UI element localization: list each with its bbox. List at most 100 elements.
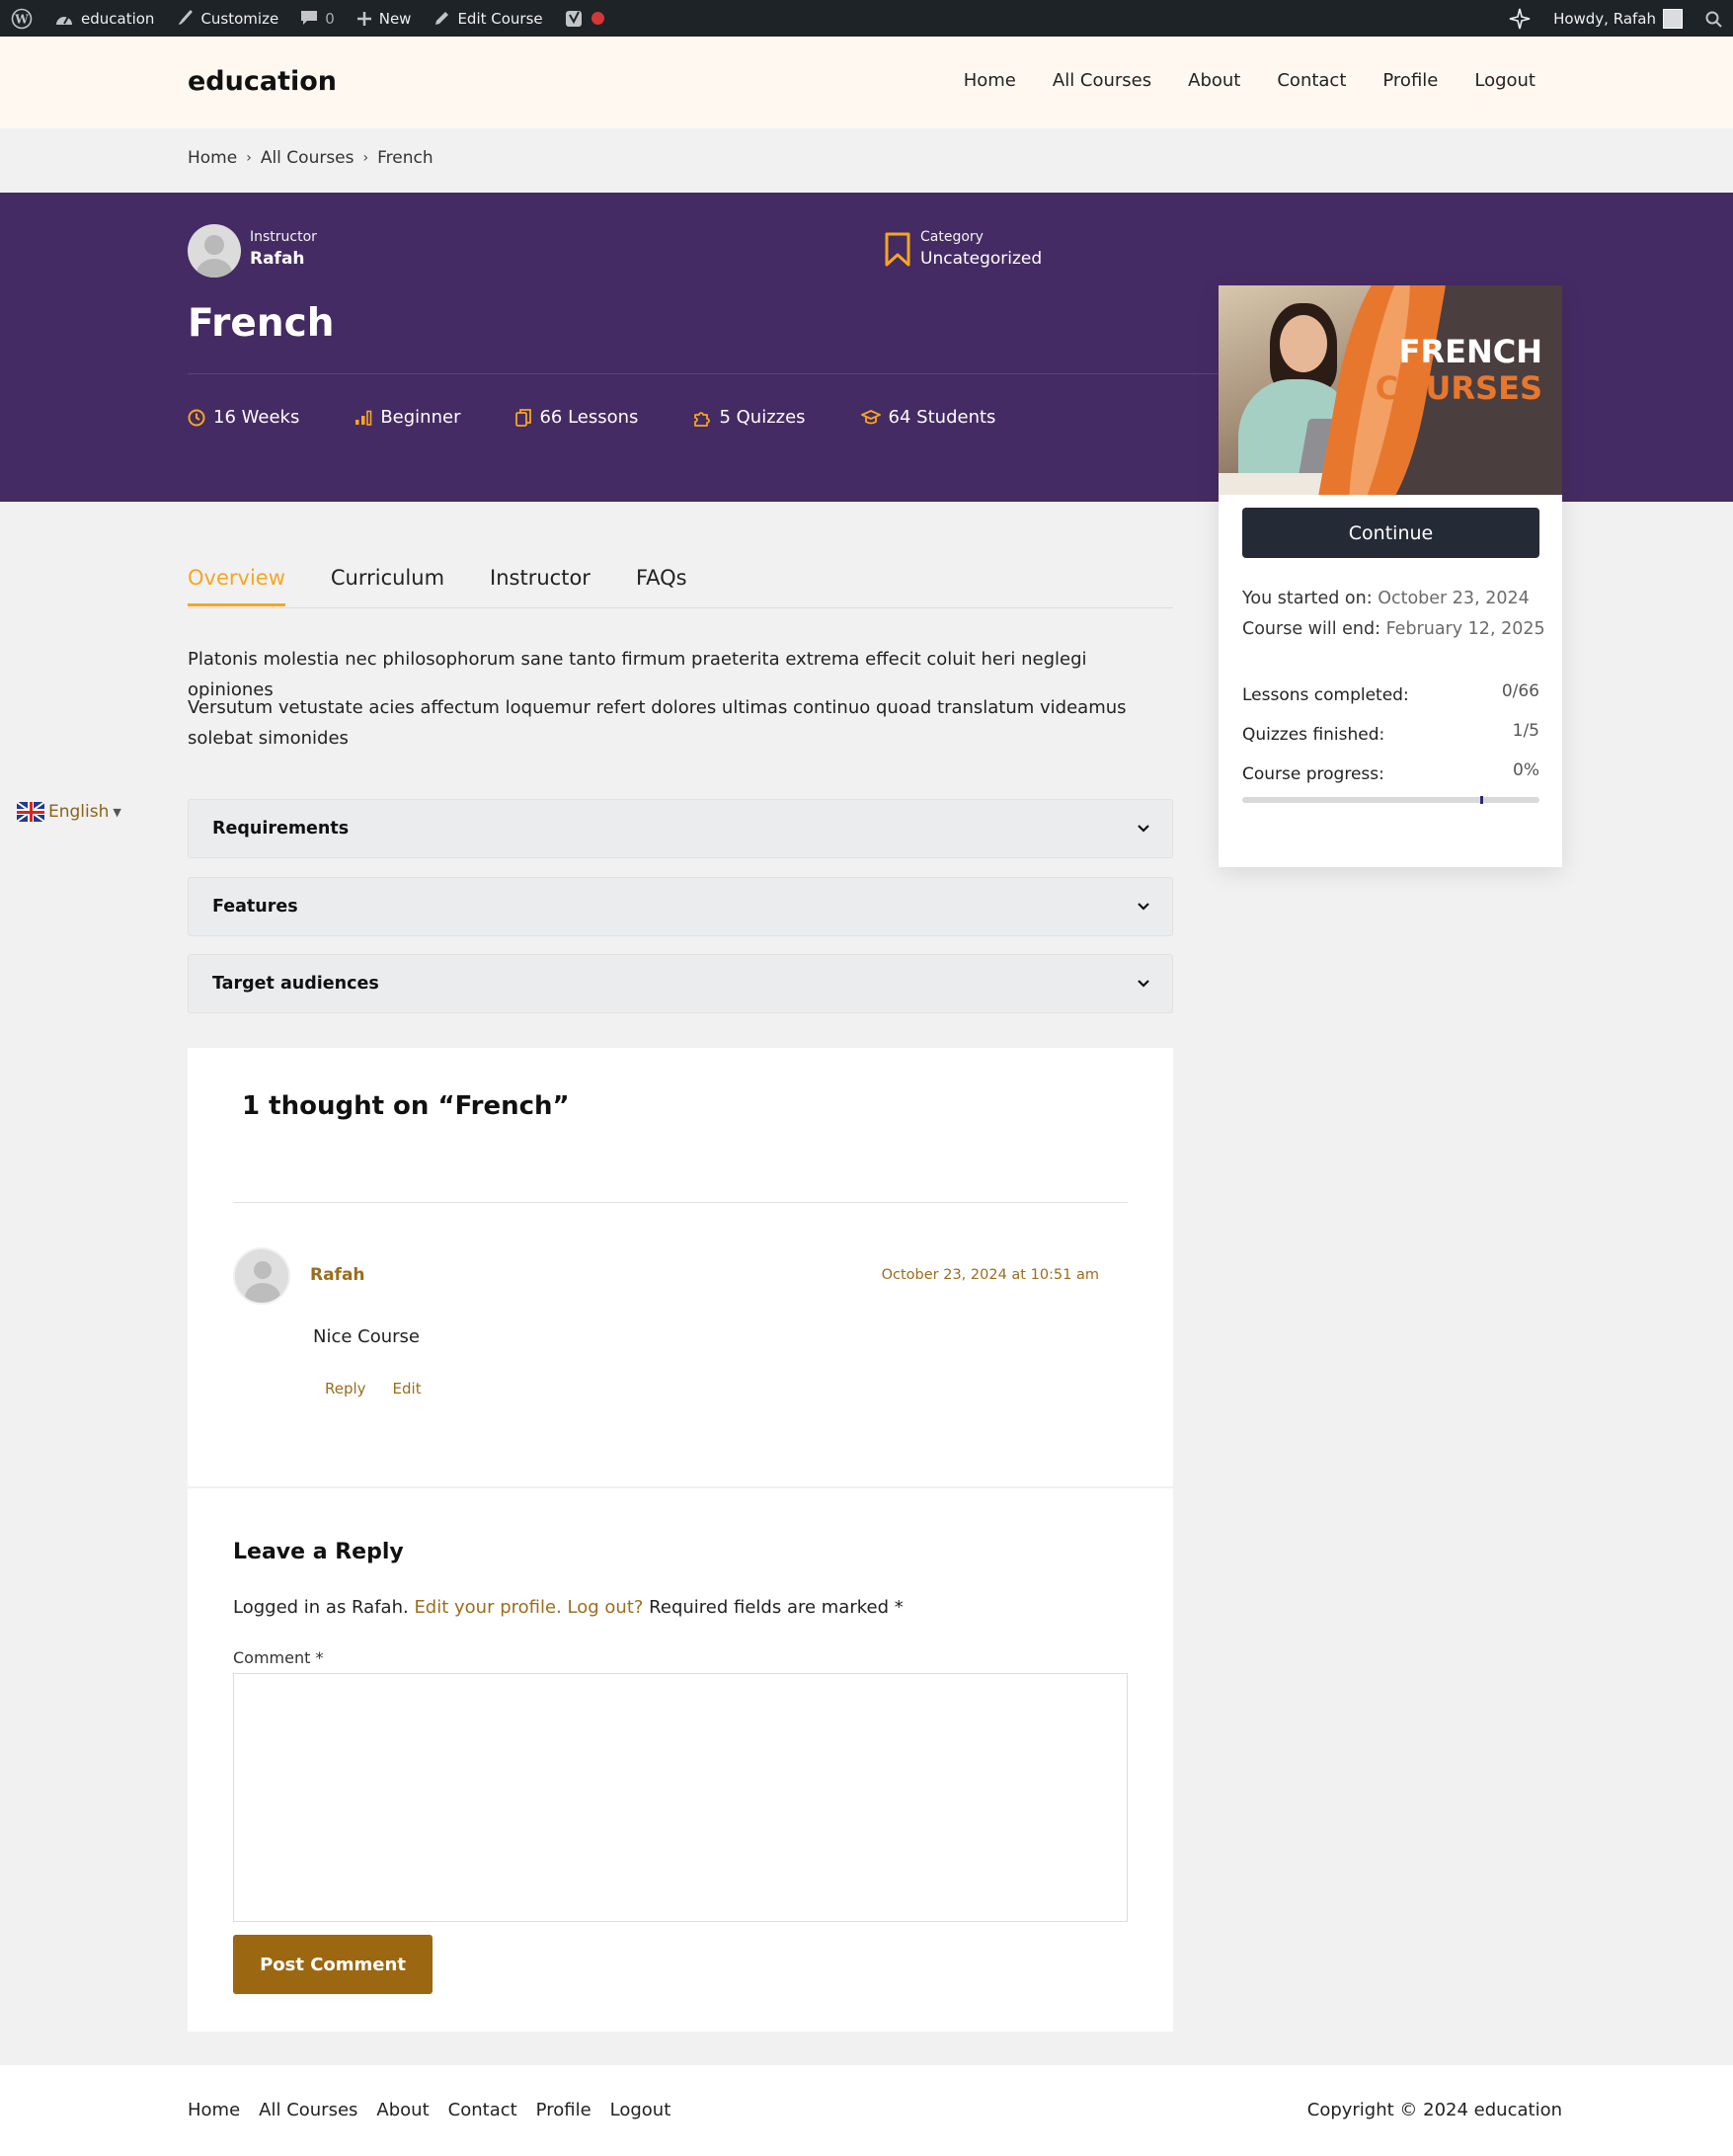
admin-avatar [1663,8,1683,29]
logged-in-as-text: Logged in as Rafah. [233,1597,409,1618]
comment-date[interactable]: October 23, 2024 at 10:51 am [882,1267,1099,1283]
stat-duration-value: 16 Weeks [213,407,300,428]
ai-sparkle-icon[interactable] [1497,0,1542,37]
nav-item-profile[interactable]: Profile [1382,70,1438,91]
nav-item-all-courses[interactable]: All Courses [1053,70,1151,91]
svg-text:W: W [14,12,29,26]
chevron-down-icon [1138,903,1149,911]
admin-customize-link[interactable]: Customize [165,0,289,37]
course-progress-value: 0% [1513,760,1539,780]
accordion-requirements[interactable]: Requirements [188,799,1173,858]
tab-curriculum[interactable]: Curriculum [331,566,444,606]
comments-divider [233,1202,1128,1203]
caret-down-icon: ▼ [113,805,121,819]
quizzes-finished-value: 1/5 [1512,721,1539,741]
main-nav: Home All Courses About Contact Profile L… [964,70,1536,91]
admin-site-name: education [81,9,155,28]
lessons-completed-label: Lessons completed: [1242,685,1409,705]
category-value[interactable]: Uncategorized [920,248,1042,270]
seo-status-dot-icon [591,12,604,25]
footer-nav-profile[interactable]: Profile [536,2100,591,2120]
breadcrumb: Home › All Courses › French [188,148,433,168]
reply-title: Leave a Reply [233,1540,404,1564]
level-bars-icon [355,410,372,426]
admin-site-link[interactable]: education [43,0,165,37]
nav-item-logout[interactable]: Logout [1474,70,1536,91]
brush-icon [179,10,193,25]
chevron-down-icon [1138,825,1149,833]
edit-profile-link[interactable]: Edit your profile. [414,1597,561,1618]
comment-author[interactable]: Rafah [310,1265,365,1285]
admin-edit-course-label: Edit Course [457,9,543,28]
comment-textarea[interactable] [233,1673,1128,1922]
admin-comments-count: 0 [325,9,335,28]
continue-button[interactable]: Continue [1242,508,1539,558]
clock-icon [188,409,205,426]
language-switcher[interactable]: English ▼ [17,802,121,822]
instructor-meta: Instructor Rafah [250,226,317,270]
overview-paragraph-2: Versutum vetustate acies affectum loquem… [188,697,1127,749]
log-out-link[interactable]: Log out? [568,1597,644,1618]
accordion-requirements-label: Requirements [212,819,350,838]
admin-customize-label: Customize [200,9,279,28]
nav-item-contact[interactable]: Contact [1277,70,1346,91]
stat-duration: 16 Weeks [188,407,299,428]
puzzle-icon [694,411,711,427]
comment-actions: Reply Edit [325,1380,422,1397]
pencil-icon [435,11,449,25]
comment-avatar [233,1247,290,1305]
stat-lessons: 66 Lessons [515,407,638,428]
nav-item-about[interactable]: About [1188,70,1240,91]
footer-nav-contact[interactable]: Contact [448,2100,517,2120]
plus-icon [356,11,371,26]
footer-nav-all-courses[interactable]: All Courses [259,2100,357,2120]
post-comment-button[interactable]: Post Comment [233,1935,433,1994]
quizzes-finished-label: Quizzes finished: [1242,725,1385,745]
accordion-features-label: Features [212,897,298,917]
comment-edit-link[interactable]: Edit [393,1380,422,1397]
thumbnail-text-french: FRENCH [1398,333,1542,370]
course-thumbnail: FRENCH COURSES [1219,285,1562,495]
stat-quizzes: 5 Quizzes [693,407,806,428]
stat-level: Beginner [354,407,460,428]
dashboard-icon [56,16,72,25]
seo-plugin-icon[interactable] [554,0,615,37]
bookmark-icon [885,232,910,267]
footer-nav-about[interactable]: About [376,2100,429,2120]
course-stats: 16 Weeks Beginner 66 Lessons 5 Quizzes 6… [188,407,995,428]
stat-level-value: Beginner [380,407,461,428]
accordion-target-audiences[interactable]: Target audiences [188,954,1173,1013]
tab-instructor[interactable]: Instructor [490,566,591,606]
comment-reply-link[interactable]: Reply [325,1380,366,1397]
instructor-name[interactable]: Rafah [250,248,317,270]
start-date-value: October 23, 2024 [1378,589,1530,608]
admin-bar: W education Customize 0 New Edit Course … [0,0,1733,37]
admin-account-menu[interactable]: Howdy, Rafah [1542,0,1694,37]
admin-new-link[interactable]: New [346,0,423,37]
breadcrumb-current: French [377,148,433,168]
comments-section-separator [188,1486,1173,1488]
category-meta: Category Uncategorized [920,226,1042,270]
wordpress-logo-icon[interactable]: W [0,0,43,37]
start-date-label: You started on: [1242,589,1373,608]
tab-faqs[interactable]: FAQs [636,566,687,606]
progress-marker [1480,796,1483,804]
admin-edit-course-link[interactable]: Edit Course [422,0,553,37]
admin-search-icon[interactable] [1694,0,1733,37]
chevron-right-icon: › [362,150,369,166]
footer-nav-home[interactable]: Home [188,2100,240,2120]
stat-quizzes-value: 5 Quizzes [719,407,806,428]
course-tabs: Overview Curriculum Instructor FAQs [188,566,687,606]
nav-item-home[interactable]: Home [964,70,1016,91]
lessons-completed-value: 0/66 [1501,681,1539,701]
comment-bubble-icon [301,11,318,25]
admin-comments-link[interactable]: 0 [289,0,346,37]
site-logo[interactable]: education [188,66,337,97]
uk-flag-icon [17,802,44,822]
accordion-features[interactable]: Features [188,877,1173,936]
footer-nav-logout[interactable]: Logout [610,2100,671,2120]
instructor-avatar[interactable] [188,224,241,278]
breadcrumb-home[interactable]: Home [188,148,237,168]
breadcrumb-all-courses[interactable]: All Courses [261,148,354,168]
tab-overview[interactable]: Overview [188,566,285,606]
